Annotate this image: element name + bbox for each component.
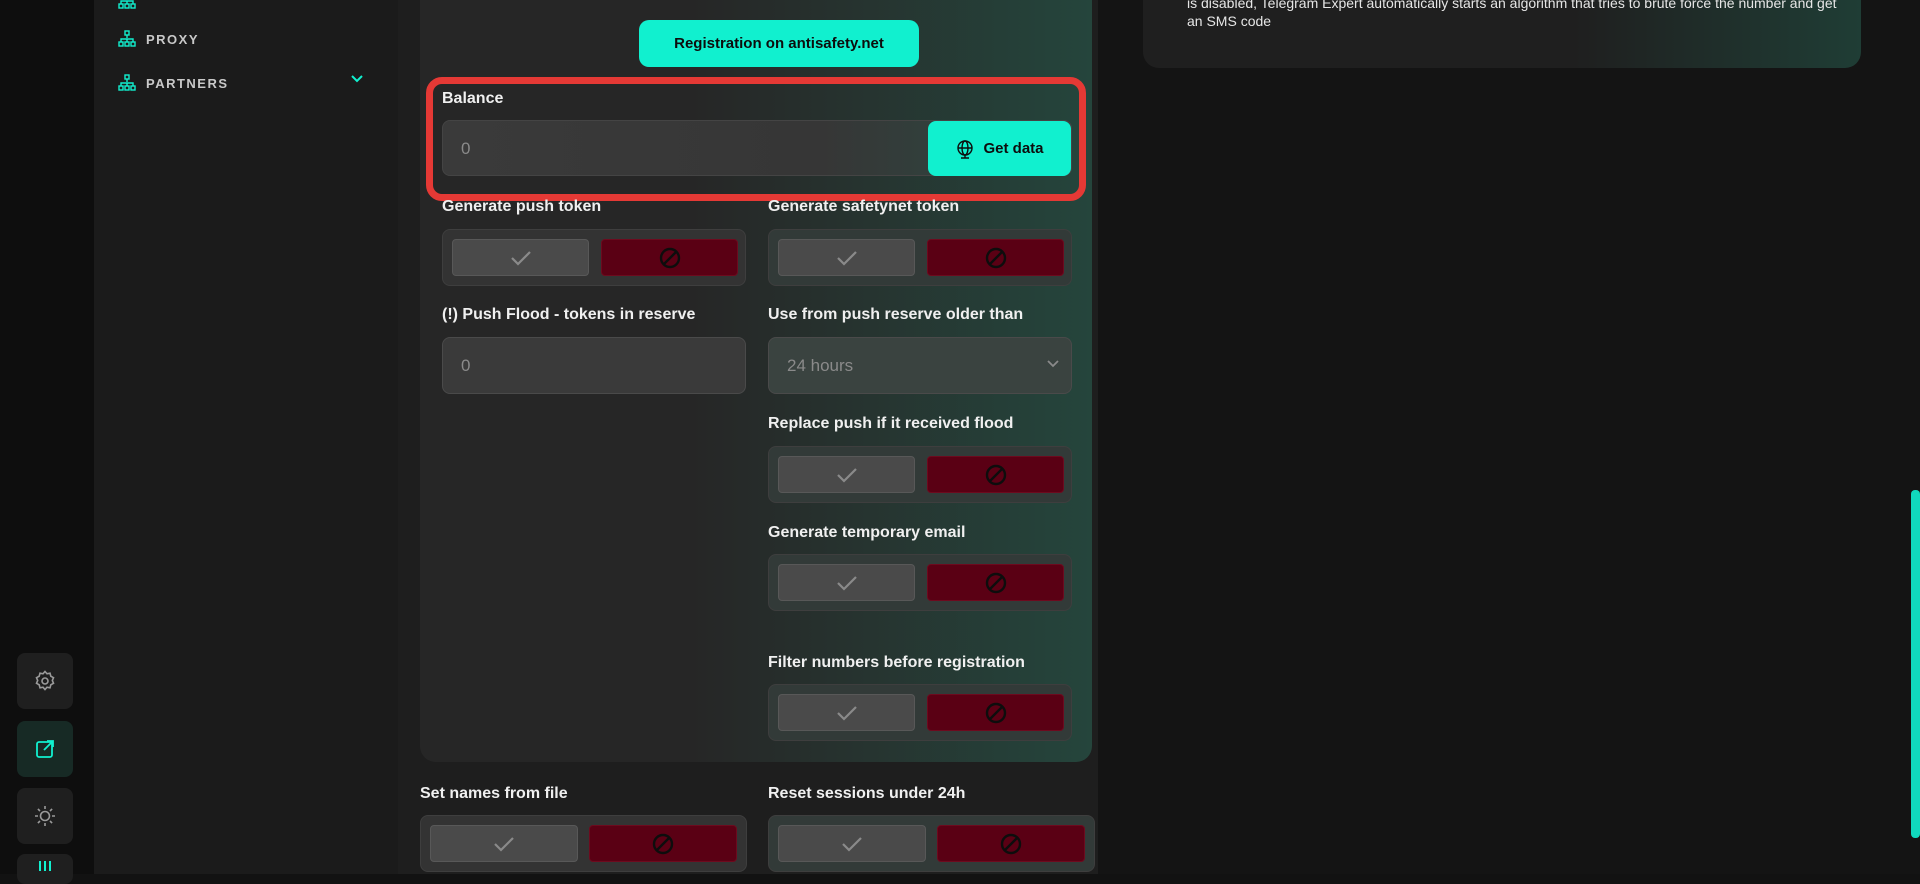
disable-button[interactable] <box>927 564 1064 601</box>
chevron-down-icon <box>1047 360 1059 368</box>
scrollbar[interactable] <box>1911 490 1920 838</box>
block-icon <box>985 247 1006 268</box>
push-flood-label: (!) Push Flood - tokens in reserve <box>442 306 696 323</box>
bars-icon <box>39 861 51 871</box>
check-icon <box>836 250 857 266</box>
replace-push-label: Replace push if it received flood <box>768 415 1014 432</box>
network-icon <box>118 74 136 91</box>
disable-button[interactable] <box>601 239 738 276</box>
temp-email-toggle <box>768 554 1072 611</box>
chevron-down-icon[interactable] <box>350 74 364 84</box>
check-icon <box>494 836 514 852</box>
info-text: is disabled, Telegram Expert automatical… <box>1187 0 1837 29</box>
check-icon <box>842 836 862 852</box>
sidebar-item-label: PROXY <box>146 31 200 47</box>
block-icon <box>985 572 1006 593</box>
icon-rail <box>0 0 94 884</box>
sidebar-item-partners[interactable]: PARTNERS <box>118 74 229 92</box>
open-external-button[interactable] <box>17 721 73 777</box>
enable-button[interactable] <box>452 239 589 276</box>
enable-button[interactable] <box>778 456 915 493</box>
settings-button[interactable] <box>17 653 73 709</box>
disable-button[interactable] <box>927 456 1064 493</box>
push-flood-input[interactable]: 0 <box>442 337 746 394</box>
external-link-icon <box>36 740 54 758</box>
temp-email-label: Generate temporary email <box>768 524 966 541</box>
menu-button[interactable] <box>17 854 73 884</box>
gear-icon <box>35 670 55 691</box>
push-reserve-label: Use from push reserve older than <box>768 306 1024 323</box>
enable-button[interactable] <box>778 564 915 601</box>
filter-numbers-toggle <box>768 684 1072 741</box>
block-icon <box>652 833 674 854</box>
safetynet-label: Generate safetynet token <box>768 198 960 215</box>
disable-button[interactable] <box>589 825 737 862</box>
check-icon <box>836 575 857 591</box>
check-icon <box>836 705 857 721</box>
push-reserve-value: 24 hours <box>787 356 854 375</box>
block-icon <box>985 464 1006 485</box>
enable-button[interactable] <box>778 825 926 862</box>
safetynet-toggle <box>768 229 1072 286</box>
sun-icon <box>35 806 55 826</box>
disable-button[interactable] <box>937 825 1085 862</box>
balance-highlight-frame <box>426 77 1086 201</box>
push-token-label: Generate push token <box>442 198 602 215</box>
block-icon <box>985 702 1006 723</box>
enable-button[interactable] <box>778 694 915 731</box>
push-reserve-select[interactable]: 24 hours <box>768 337 1072 394</box>
info-card: is disabled, Telegram Expert automatical… <box>1143 0 1861 68</box>
network-icon <box>118 30 136 47</box>
block-icon <box>1000 833 1022 854</box>
set-names-toggle <box>420 815 747 872</box>
enable-button[interactable] <box>778 239 915 276</box>
sidebar: PROXY PARTNERS <box>94 0 398 874</box>
reset-sessions-toggle <box>768 815 1095 872</box>
check-icon <box>510 250 531 266</box>
filter-numbers-label: Filter numbers before registration <box>768 654 1025 671</box>
push-flood-placeholder: 0 <box>461 356 471 375</box>
enable-button[interactable] <box>430 825 578 862</box>
set-names-label: Set names from file <box>420 785 568 802</box>
reset-sessions-label: Reset sessions under 24h <box>768 785 966 802</box>
push-token-toggle <box>442 229 746 286</box>
theme-toggle-button[interactable] <box>17 788 73 844</box>
sidebar-item-label: PARTNERS <box>146 75 229 91</box>
disable-button[interactable] <box>927 694 1064 731</box>
network-icon <box>118 0 136 9</box>
registration-button[interactable]: Registration on antisafety.net <box>639 20 919 67</box>
disable-button[interactable] <box>927 239 1064 276</box>
block-icon <box>659 247 680 268</box>
sidebar-item-partial[interactable] <box>118 0 136 10</box>
sidebar-item-proxy[interactable]: PROXY <box>118 30 199 48</box>
check-icon <box>836 467 857 483</box>
replace-push-toggle <box>768 446 1072 503</box>
